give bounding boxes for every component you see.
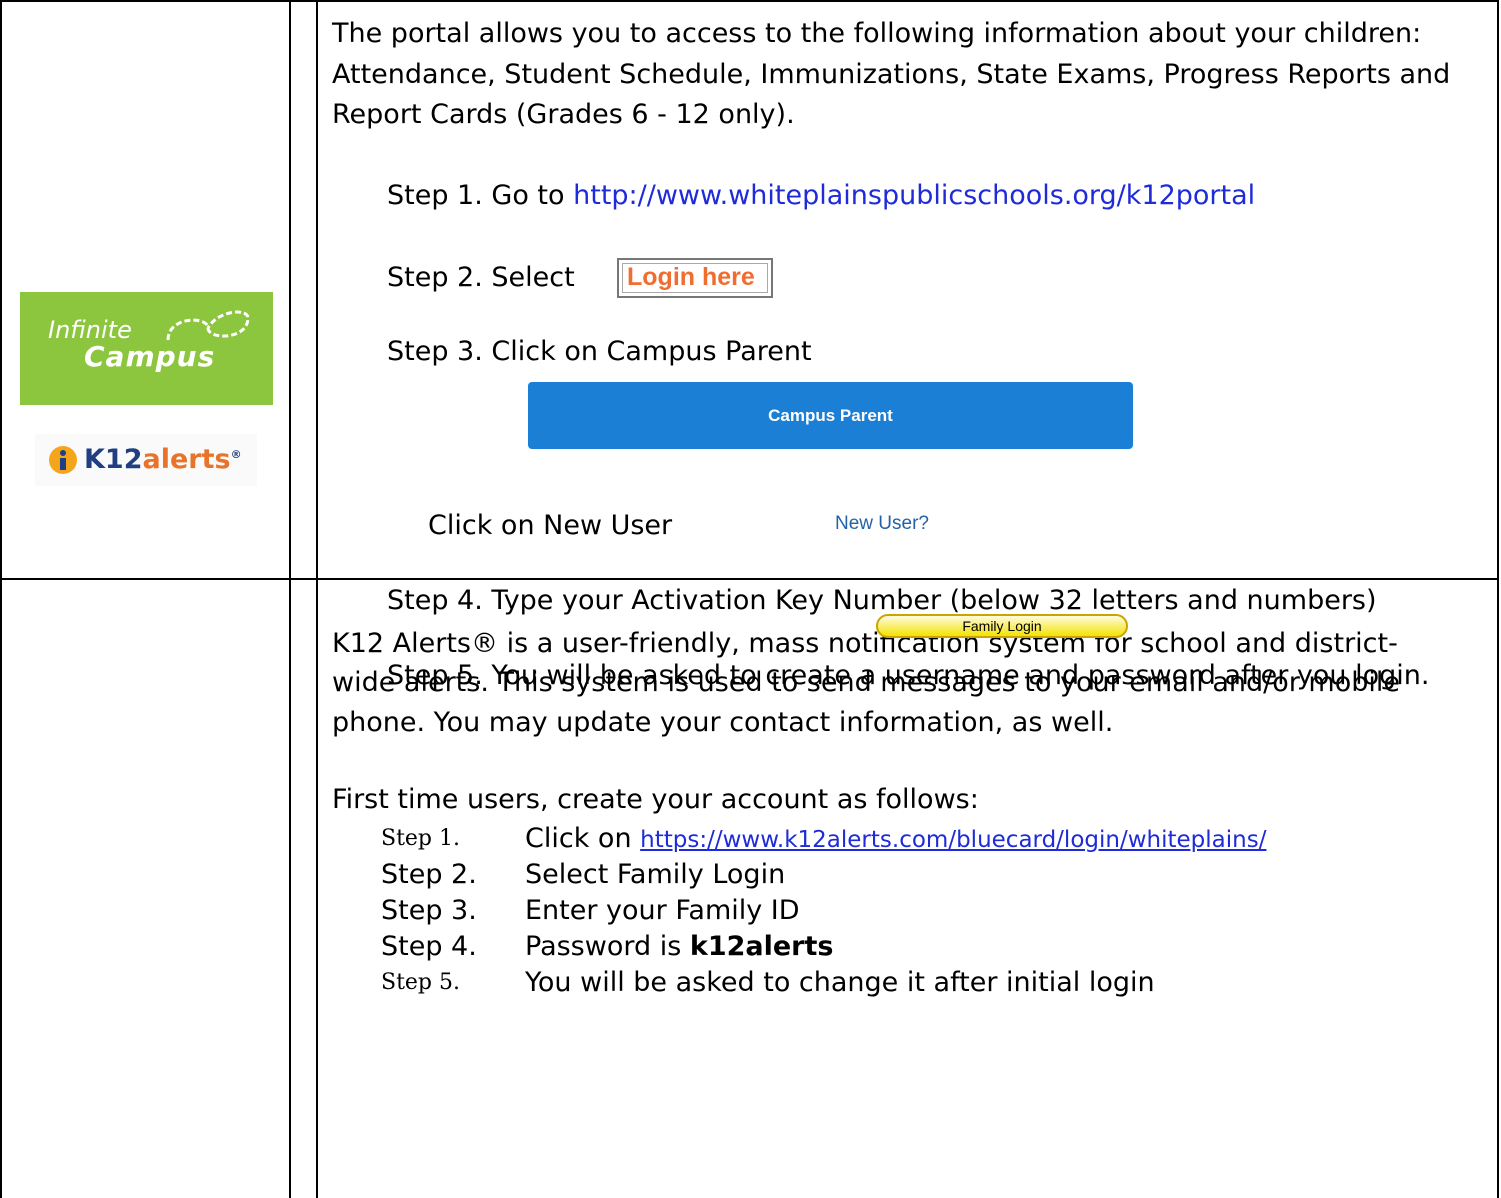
table-border-top [0, 0, 1499, 2]
k12-step-text: Enter your Family ID [525, 895, 800, 927]
table-border-left [0, 0, 2, 1198]
k12alerts-login-link[interactable]: https://www.k12alerts.com/bluecard/login… [640, 827, 1266, 853]
k12-intro-line-2: wide alerts. This system is used to send… [332, 667, 1400, 698]
campus-step-1: Step 1. Go to http://www.whiteplainspubl… [387, 180, 1255, 212]
campus-intro-line-1: The portal allows you to access to the f… [332, 18, 1422, 49]
campus-step-2-label: Step 2. Select [387, 262, 575, 293]
logo-text-k12: K12 [84, 444, 143, 475]
campus-step-3-label: Step 3. Click on Campus Parent [387, 336, 812, 367]
k12-step-label: Step 2. [381, 859, 477, 890]
k12alerts-logo: K12alerts® [35, 434, 257, 486]
table-row-divider [0, 578, 1499, 580]
k12alerts-logo-text: K12alerts® [84, 444, 242, 475]
campus-intro-line-2: Attendance, Student Schedule, Immunizati… [332, 59, 1451, 90]
campus-intro-line-3: Report Cards (Grades 6 - 12 only). [332, 99, 795, 130]
login-here-button[interactable]: Login here [617, 258, 773, 298]
k12-step-text-body: Select Family Login [525, 859, 786, 890]
k12-step-label: Step 5. [381, 970, 460, 995]
table-border-col2 [316, 0, 318, 1198]
k12-step-label: Step 4. [381, 931, 477, 962]
campus-step-1-label: Step 1. Go to [387, 180, 574, 211]
infinite-campus-logo: Infinite Campus [20, 292, 273, 405]
logo-registered-mark: ® [230, 448, 242, 461]
campus-step-4-label: Step 4. Type your Activation Key Number … [387, 585, 1377, 616]
k12-step-label: Step 3. [381, 895, 477, 926]
login-here-label: Login here [627, 263, 755, 291]
k12-step-text: Select Family Login [525, 859, 785, 891]
k12-first-time-heading: First time users, create your account as… [332, 784, 979, 815]
infinity-loop-icon [166, 310, 250, 341]
k12-step-text: Password is k12alerts [525, 931, 833, 963]
k12-step-text-body: Click on [525, 823, 641, 854]
info-person-icon [49, 446, 77, 474]
table-border-col1 [289, 0, 291, 1198]
table-border-right [1497, 0, 1499, 1198]
k12-step-text: Click on https://www.k12alerts.com/bluec… [525, 823, 1266, 856]
new-user-instruction: Click on New User [428, 510, 673, 541]
k12-intro-line-3: phone. You may update your contact infor… [332, 707, 1114, 738]
k12-step-text: You will be asked to change it after ini… [525, 967, 1155, 999]
campus-parent-button[interactable]: Campus Parent [528, 382, 1133, 449]
k12-default-password: k12alerts [689, 931, 834, 962]
k12-intro-line-1: K12 Alerts® is a user-friendly, mass not… [332, 628, 1398, 659]
logo-text-alerts: alerts [142, 444, 231, 475]
k12-step-text-body: You will be asked to change it after ini… [525, 967, 1155, 998]
k12-step-text-body: Password is [525, 931, 690, 962]
k12-step-text-body: Enter your Family ID [525, 895, 800, 926]
k12-step-label: Step 1. [381, 826, 460, 851]
portal-link[interactable]: http://www.whiteplainspublicschools.org/… [573, 180, 1255, 211]
new-user-link[interactable]: New User? [835, 513, 929, 535]
family-login-button[interactable]: Family Login [876, 614, 1128, 638]
